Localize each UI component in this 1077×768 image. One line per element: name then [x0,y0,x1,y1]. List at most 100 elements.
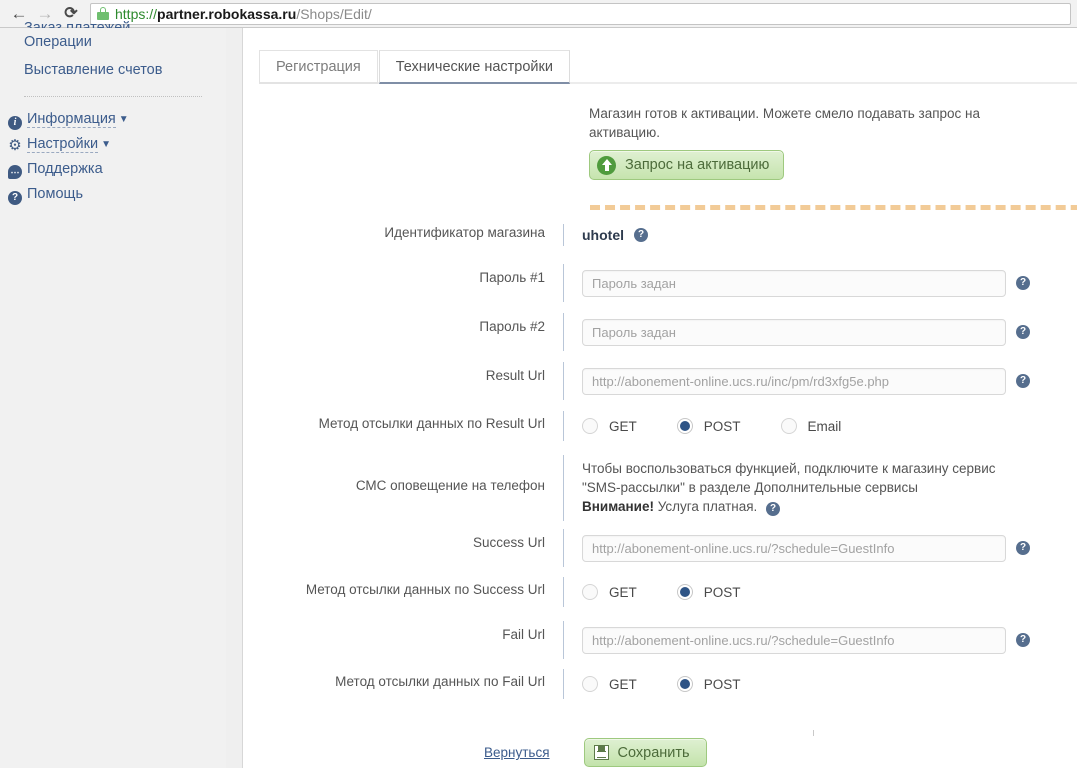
address-bar[interactable]: https://partner.robokassa.ru/Shops/Edit/ [90,2,1071,25]
radio-label: GET [609,418,637,434]
label-success-url: Success Url [472,535,545,550]
row-sms-notification: СМС оповещение на телефон Чтобы воспольз… [243,455,1033,529]
info-icon: i [8,116,22,130]
sidebar-item-operations[interactable]: Операции [0,28,226,56]
sidebar: Заказ платежей Операции Выставление счет… [0,20,226,768]
upload-arrow-icon [597,155,616,175]
label-shop-id: Идентификатор магазина [384,225,545,240]
label-fail-url: Fail Url [502,627,545,642]
main-content: Регистрация Технические настройки Магази… [243,28,1077,768]
fail-method-post[interactable]: POST [676,676,741,692]
save-button[interactable]: Сохранить [583,738,707,767]
sidebar-divider [24,96,202,97]
success-method-get[interactable]: GET [582,584,637,600]
sidebar-nav: Заказ платежей Операции Выставление счет… [0,20,226,207]
result-url-input[interactable]: http://abonement-online.ucs.ru/inc/pm/rd… [582,367,1006,395]
label-result-url: Result Url [485,368,545,383]
help-icon[interactable]: ? [634,228,648,242]
success-url-input[interactable]: http://abonement-online.ucs.ru/?schedule… [582,534,1006,562]
support-bubble-icon: ⋯ [8,165,22,179]
sms-warning-rest: Услуга платная. [653,499,758,514]
label-fail-method: Метод отсылки данных по Fail Url [335,674,545,689]
radio-circle[interactable] [676,418,693,434]
row-shop-id: Идентификатор магазина uhotel ? [243,224,1033,264]
password-2-input[interactable]: Пароль задан [582,318,1006,346]
floppy-disk-icon [593,745,609,760]
success-method-radios: GET POST [582,584,781,600]
fail-url-input[interactable]: http://abonement-online.ucs.ru/?schedule… [582,626,1006,654]
help-icon[interactable]: ? [1016,633,1030,647]
radio-circle[interactable] [582,676,598,692]
fail-method-get[interactable]: GET [582,676,637,692]
activation-block: Магазин готов к активации. Можете смело … [589,104,1049,180]
sidebar-item-label: Поддержка [27,161,103,177]
request-activation-button[interactable]: Запрос на активацию [589,150,785,180]
label-success-method: Метод отсылки данных по Success Url [305,582,545,597]
fail-method-radios: GET POST [582,676,781,692]
label-password-2: Пароль #2 [479,319,545,334]
back-link[interactable]: Вернуться [484,745,550,760]
radio-circle[interactable] [582,418,598,434]
sidebar-item-settings[interactable]: ⚙ Настройки ▼ [0,132,226,157]
url-path: /Shops/Edit/ [296,5,372,22]
radio-label: POST [703,418,741,434]
help-icon[interactable]: ? [1016,276,1030,290]
radio-label: Email [807,418,842,434]
shop-id-value: uhotel [582,227,624,243]
help-question-icon: ? [8,191,22,205]
tab-technical-settings[interactable]: Технические настройки [378,50,570,84]
chevron-down-icon: ▼ [101,139,112,150]
label-password-1: Пароль #1 [479,270,545,285]
sidebar-item-label: Настройки [27,136,99,153]
row-success-url: Success Url http://abonement-online.ucs.… [243,529,1033,577]
sms-line-1: Чтобы воспользоваться функцией, подключи… [582,461,996,476]
result-method-email[interactable]: Email [780,418,842,434]
radio-label: GET [609,584,637,600]
save-button-label: Сохранить [617,744,690,761]
result-method-get[interactable]: GET [582,418,637,434]
row-result-url: Result Url http://abonement-online.ucs.r… [243,362,1033,411]
sidebar-item-help[interactable]: ? Помощь [0,182,226,207]
request-activation-label: Запрос на активацию [625,157,770,173]
row-success-method: Метод отсылки данных по Success Url GET … [243,577,1033,621]
tab-registration[interactable]: Регистрация [259,50,378,84]
radio-circle[interactable] [582,584,598,600]
help-icon[interactable]: ? [1016,541,1030,555]
radio-circle[interactable] [780,418,797,434]
row-password-1: Пароль #1 Пароль задан ? [243,264,1033,313]
sms-line-2: "SMS-рассылки" в разделе Дополнительные … [582,480,918,495]
radio-circle[interactable] [676,584,693,600]
page-body: Заказ платежей Операции Выставление счет… [0,20,1077,768]
technical-settings-form: Идентификатор магазина uhotel ? Пароль #… [243,224,1077,713]
sidebar-gutter [226,28,242,768]
password-1-input[interactable]: Пароль задан [582,269,1006,297]
gear-icon: ⚙ [8,136,22,154]
sidebar-item-label: Информация [27,111,116,128]
dashed-separator [590,205,1077,210]
help-icon[interactable]: ? [1016,325,1030,339]
radio-label: GET [609,676,637,692]
result-method-post[interactable]: POST [676,418,741,434]
activation-notice: Магазин готов к активации. Можете смело … [589,106,981,140]
row-result-method: Метод отсылки данных по Result Url GET P… [243,411,1033,455]
row-fail-method: Метод отсылки данных по Fail Url GET POS… [243,669,1033,713]
result-method-radios: GET POST Email [582,418,881,434]
radio-circle[interactable] [676,676,693,692]
radio-label: POST [703,676,741,692]
sidebar-item-support[interactable]: ⋯ Поддержка [0,157,226,182]
sidebar-item-label: Помощь [27,186,84,202]
sms-line-3: Внимание! Услуга платная. ? [582,497,1032,516]
success-method-post[interactable]: POST [676,584,741,600]
label-sms-notification: СМС оповещение на телефон [355,478,545,493]
sidebar-item-information[interactable]: i Информация ▼ [0,107,226,132]
sms-warning-label: Внимание! [582,499,654,514]
help-icon[interactable]: ? [1016,374,1030,388]
help-icon[interactable]: ? [766,502,781,516]
sidebar-item-invoices[interactable]: Выставление счетов [0,56,226,84]
row-password-2: Пароль #2 Пароль задан ? [243,313,1033,362]
sms-description: Чтобы воспользоваться функцией, подключи… [582,459,1032,516]
sidebar-item-orders[interactable]: Заказ платежей [0,17,226,28]
tab-bar: Регистрация Технические настройки [259,48,1077,84]
chevron-down-icon: ▼ [118,114,129,125]
label-result-method: Метод отсылки данных по Result Url [318,416,545,431]
